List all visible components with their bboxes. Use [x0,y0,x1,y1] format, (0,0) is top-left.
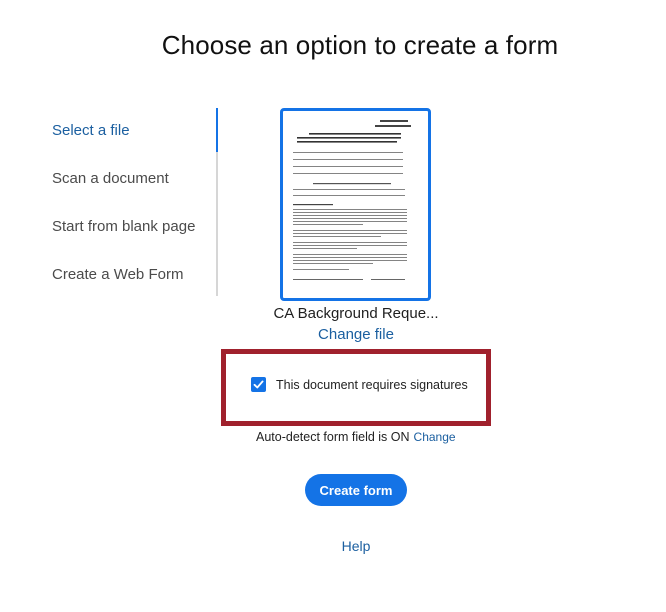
nav-item-blank-page[interactable]: Start from blank page [52,218,195,235]
change-file-link[interactable]: Change file [256,326,456,343]
document-preview-icon [293,120,411,280]
signature-checkbox[interactable] [251,377,266,392]
auto-detect-text: Auto-detect form field is ON [256,430,410,444]
option-nav: Select a file Scan a document Start from… [0,108,218,296]
checkmark-icon [253,380,264,389]
signature-checkbox-label: This document requires signatures [276,378,468,392]
nav-item-scan-document[interactable]: Scan a document [52,170,169,187]
page-title: Choose an option to create a form [161,30,559,60]
nav-item-select-file[interactable]: Select a file [52,122,130,139]
file-thumbnail[interactable] [280,108,431,301]
auto-detect-change-link[interactable]: Change [414,430,456,444]
auto-detect-status: Auto-detect form field is ON Change [256,430,456,444]
nav-active-indicator [216,108,218,152]
help-link[interactable]: Help [306,538,406,554]
nav-item-web-form[interactable]: Create a Web Form [52,266,183,283]
file-name: CA Background Reque... [273,305,439,322]
create-form-button[interactable]: Create form [305,474,407,506]
